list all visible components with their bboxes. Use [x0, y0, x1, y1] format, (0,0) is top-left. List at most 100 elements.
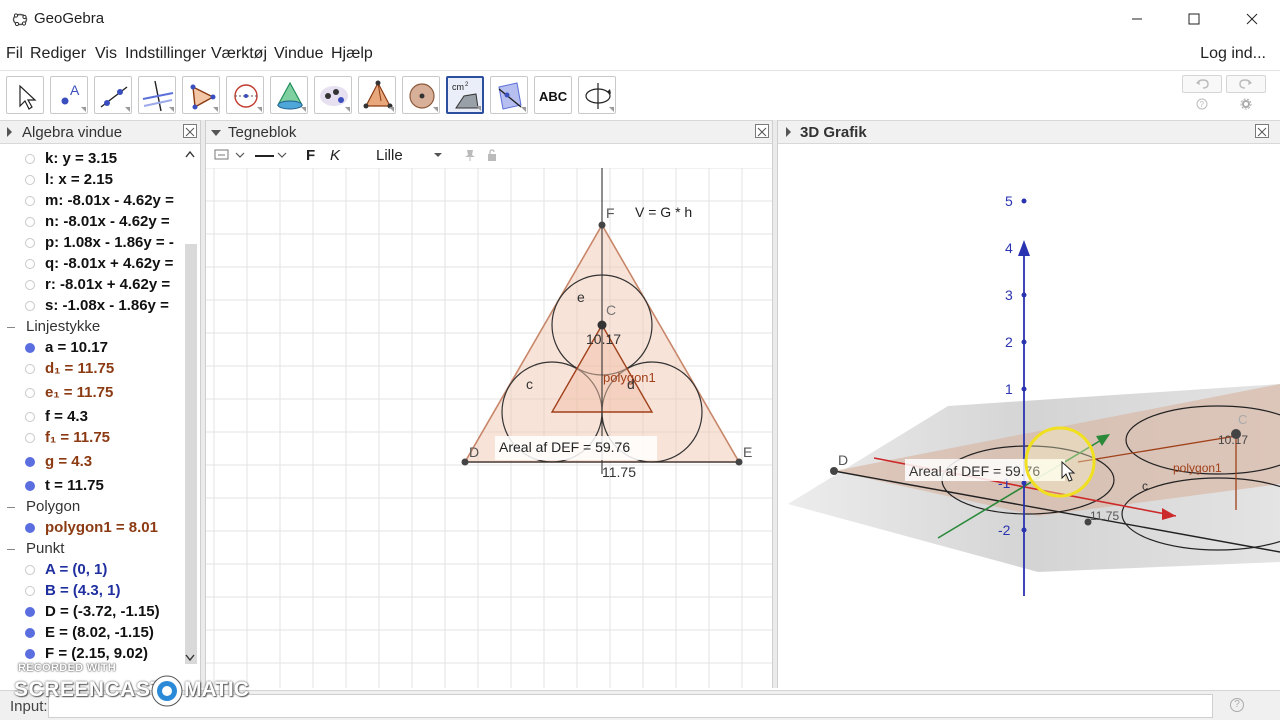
menu-indstillinger[interactable]: Indstillinger	[125, 45, 206, 63]
text-size-select[interactable]: Lille	[376, 147, 403, 164]
point-C[interactable]	[597, 320, 607, 330]
algebra-item[interactable]: f = 4.3	[0, 407, 182, 428]
visibility-toggle[interactable]	[25, 457, 35, 467]
graphics-view[interactable]: F V = G * h C e 10.17 polygon1 c d D E A…	[206, 144, 772, 688]
italic-toggle[interactable]: K	[330, 147, 340, 164]
algebra-scroll-thumb[interactable]	[185, 244, 197, 664]
point-E[interactable]	[735, 458, 743, 466]
tool-move[interactable]	[6, 76, 44, 114]
tool-pyramid[interactable]	[358, 76, 396, 114]
view3d-canvas[interactable]: 54321-1-2 D C 10.17 polygon1 11.75 c Are…	[778, 144, 1280, 688]
algebra-item[interactable]: q: -8.01x + 4.62y =	[0, 254, 182, 275]
menu-vindue[interactable]: Vindue	[274, 45, 324, 63]
tool-perpendicular[interactable]	[138, 76, 176, 114]
algebra-item[interactable]: f₁ = 11.75	[0, 428, 182, 449]
algebra-item[interactable]: k: y = 3.15	[0, 149, 182, 170]
visibility-toggle[interactable]	[25, 238, 35, 248]
view3d[interactable]: 5 4 3 2 1 -1 -2 D C 10.17 polygon1 11.75 c Are…	[778, 144, 1280, 688]
algebra-item[interactable]: d₁ = 11.75	[0, 359, 182, 380]
bold-toggle[interactable]: F	[306, 147, 315, 164]
algebra-item[interactable]: n: -8.01x - 4.62y =	[0, 212, 182, 233]
visibility-toggle[interactable]	[25, 196, 35, 206]
algebra-item[interactable]: p: 1.08x - 1.86y = -	[0, 233, 182, 254]
visibility-toggle[interactable]	[25, 343, 35, 353]
visibility-toggle[interactable]	[25, 154, 35, 164]
algebra-category[interactable]: Linjestykke	[0, 317, 182, 338]
visibility-toggle[interactable]	[25, 388, 35, 398]
menu-fil[interactable]: Fil	[6, 45, 23, 63]
tool-point[interactable]: A	[50, 76, 88, 114]
visibility-toggle[interactable]	[25, 523, 35, 533]
menu-hjaelp[interactable]: Hjælp	[331, 45, 373, 63]
pin-button[interactable]	[464, 148, 476, 166]
point-D[interactable]	[461, 458, 469, 466]
algebra-item[interactable]: a = 10.17	[0, 338, 182, 359]
algebra-scrollbar[interactable]	[181, 144, 200, 668]
tool-line[interactable]	[94, 76, 132, 114]
point-style-button[interactable]	[214, 148, 248, 166]
scroll-up-icon[interactable]	[185, 150, 195, 158]
algebra-close-button[interactable]	[183, 124, 197, 138]
tool-sphere[interactable]	[402, 76, 440, 114]
settings-gear-icon[interactable]	[1240, 98, 1252, 110]
input-help-button[interactable]: ?	[1230, 698, 1244, 712]
undo-button[interactable]	[1182, 75, 1222, 93]
redo-button[interactable]	[1226, 75, 1266, 93]
maximize-button[interactable]	[1166, 0, 1222, 38]
tool-reflect[interactable]	[314, 76, 352, 114]
text-size-dropdown[interactable]	[432, 148, 444, 165]
view3d-panel-header[interactable]: 3D Grafik	[778, 120, 1280, 144]
tool-cone[interactable]	[270, 76, 308, 114]
visibility-toggle[interactable]	[25, 649, 35, 659]
category-collapse-icon[interactable]	[7, 327, 15, 328]
visibility-toggle[interactable]	[25, 280, 35, 290]
algebra-item[interactable]: E = (8.02, -1.15)	[0, 623, 182, 644]
point-F[interactable]	[598, 221, 606, 229]
tool-plane[interactable]	[490, 76, 528, 114]
algebra-category[interactable]: Polygon	[0, 497, 182, 518]
visibility-toggle[interactable]	[25, 607, 35, 617]
visibility-toggle[interactable]	[25, 301, 35, 311]
visibility-toggle[interactable]	[25, 565, 35, 575]
area-text[interactable]: Areal af DEF = 59.76	[499, 439, 630, 455]
visibility-toggle[interactable]	[25, 217, 35, 227]
visibility-toggle[interactable]	[25, 433, 35, 443]
algebra-item[interactable]: t = 11.75	[0, 476, 182, 497]
visibility-toggle[interactable]	[25, 259, 35, 269]
tool-area-measure[interactable]: cm 2	[446, 76, 484, 114]
menu-vis[interactable]: Vis	[95, 45, 117, 63]
menu-vaerktoej[interactable]: Værktøj	[211, 45, 267, 63]
tool-circle[interactable]	[226, 76, 264, 114]
area-text-3d[interactable]: Areal af DEF = 59.76	[909, 463, 1040, 479]
view3d-close-button[interactable]	[1255, 124, 1269, 138]
lock-button[interactable]	[486, 148, 498, 166]
algebra-item[interactable]: polygon1 = 8.01	[0, 518, 182, 539]
algebra-item[interactable]: D = (-3.72, -1.15)	[0, 602, 182, 623]
algebra-category[interactable]: Punkt	[0, 539, 182, 560]
help-icon[interactable]: ?	[1196, 98, 1208, 110]
algebra-item[interactable]: r: -8.01x + 4.62y =	[0, 275, 182, 296]
menu-rediger[interactable]: Rediger	[30, 45, 86, 63]
graphics-panel-header[interactable]: Tegneblok	[206, 120, 772, 144]
algebra-item[interactable]: e₁ = 11.75	[0, 383, 182, 404]
close-window-button[interactable]	[1224, 0, 1280, 38]
algebra-panel-header[interactable]: Algebra vindue	[0, 120, 200, 144]
visibility-toggle[interactable]	[25, 586, 35, 596]
category-collapse-icon[interactable]	[7, 507, 15, 508]
algebra-item[interactable]: m: -8.01x - 4.62y =	[0, 191, 182, 212]
algebra-item[interactable]: s: -1.08x - 1.86y =	[0, 296, 182, 317]
visibility-toggle[interactable]	[25, 628, 35, 638]
tool-text[interactable]: ABC	[534, 76, 572, 114]
line-style-button[interactable]	[254, 148, 290, 166]
visibility-toggle[interactable]	[25, 481, 35, 491]
algebra-item[interactable]: l: x = 2.15	[0, 170, 182, 191]
category-collapse-icon[interactable]	[7, 549, 15, 550]
login-link[interactable]: Log ind...	[1200, 45, 1266, 63]
visibility-toggle[interactable]	[25, 412, 35, 422]
algebra-item[interactable]: A = (0, 1)	[0, 560, 182, 581]
algebra-item[interactable]: B = (4.3, 1)	[0, 581, 182, 602]
visibility-toggle[interactable]	[25, 364, 35, 374]
tool-polygon[interactable]	[182, 76, 220, 114]
minimize-button[interactable]	[1109, 0, 1165, 38]
graphics-canvas[interactable]: F V = G * h C e 10.17 polygon1 c d D E A…	[206, 144, 772, 688]
